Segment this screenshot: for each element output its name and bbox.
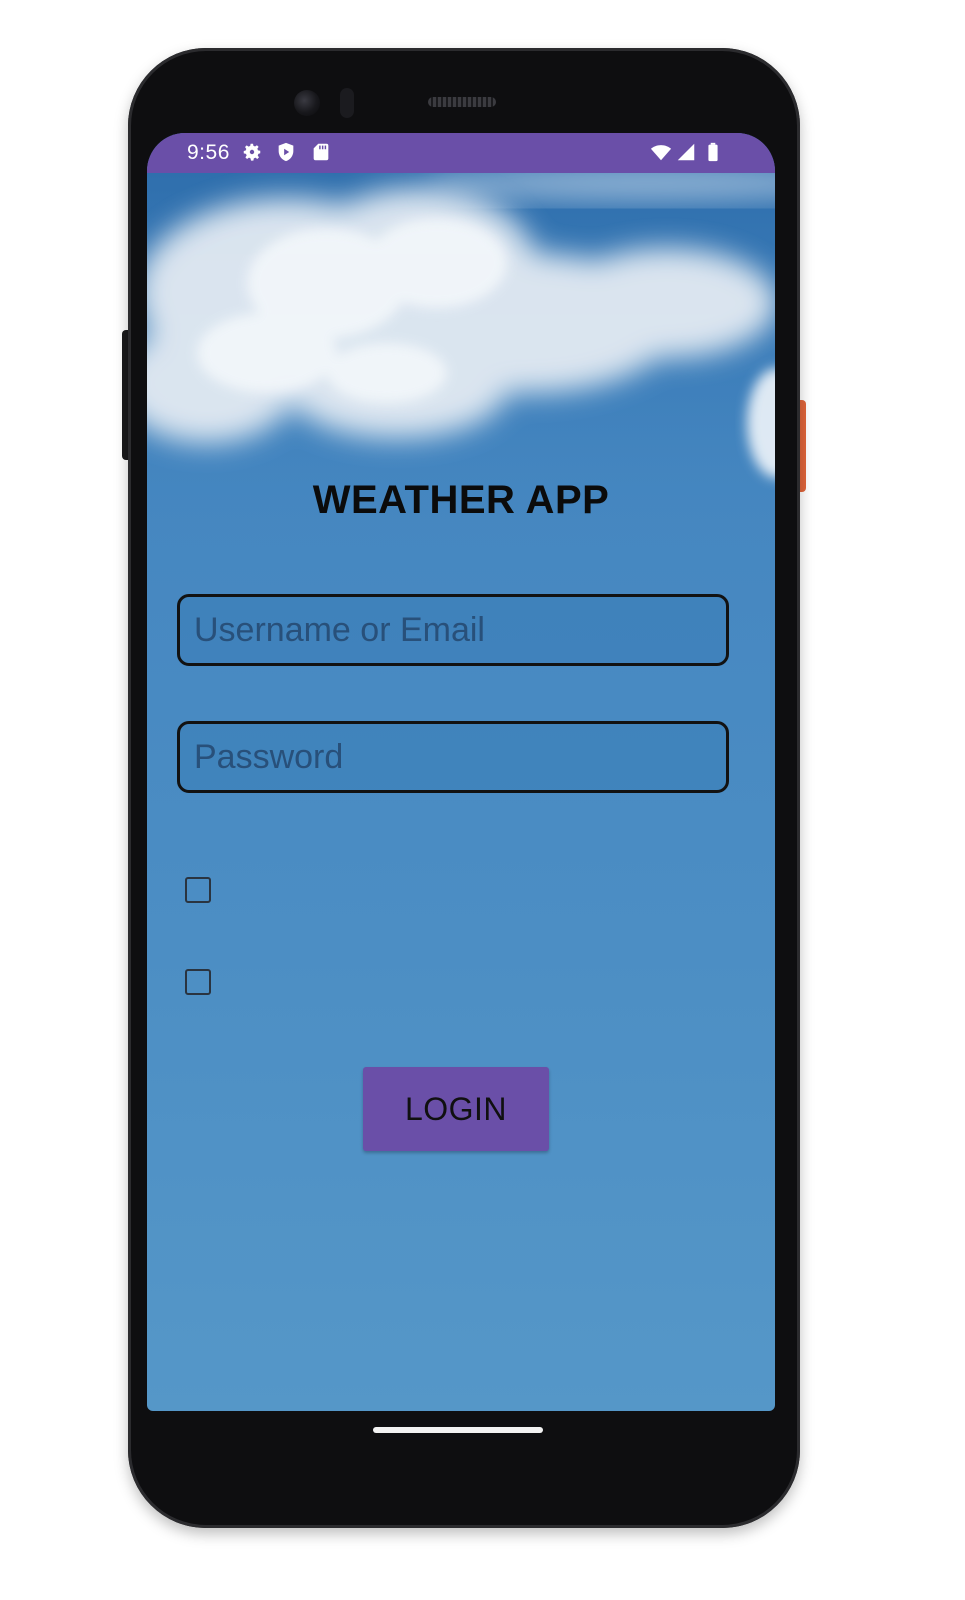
app-content: WEATHER APP LOGIN [147, 173, 775, 1411]
password-input[interactable] [194, 724, 714, 790]
front-camera-icon [294, 90, 320, 116]
signal-icon [677, 143, 695, 161]
checkbox-2[interactable] [185, 969, 211, 995]
shield-icon [278, 142, 294, 162]
status-time: 9:56 [187, 141, 230, 164]
password-field[interactable] [177, 721, 729, 793]
stage: 9:56 WEATHER APP Username or Email LOGIN [0, 0, 965, 1600]
sd-card-icon [313, 143, 329, 161]
username-input[interactable] [194, 597, 714, 663]
status-bar: 9:56 [147, 133, 775, 173]
gear-icon [243, 143, 261, 161]
battery-icon [708, 142, 718, 162]
home-indicator[interactable] [373, 1427, 543, 1433]
login-button[interactable]: LOGIN [363, 1067, 549, 1151]
proximity-sensor [340, 88, 354, 118]
username-field[interactable] [177, 594, 729, 666]
app-title: WEATHER APP [312, 478, 610, 522]
screen: 9:56 WEATHER APP Username or Email LOGIN [147, 133, 775, 1411]
earpiece-speaker [428, 97, 496, 107]
wifi-icon [650, 145, 672, 161]
checkbox-1[interactable] [185, 877, 211, 903]
navigation-bar [147, 1411, 775, 1451]
